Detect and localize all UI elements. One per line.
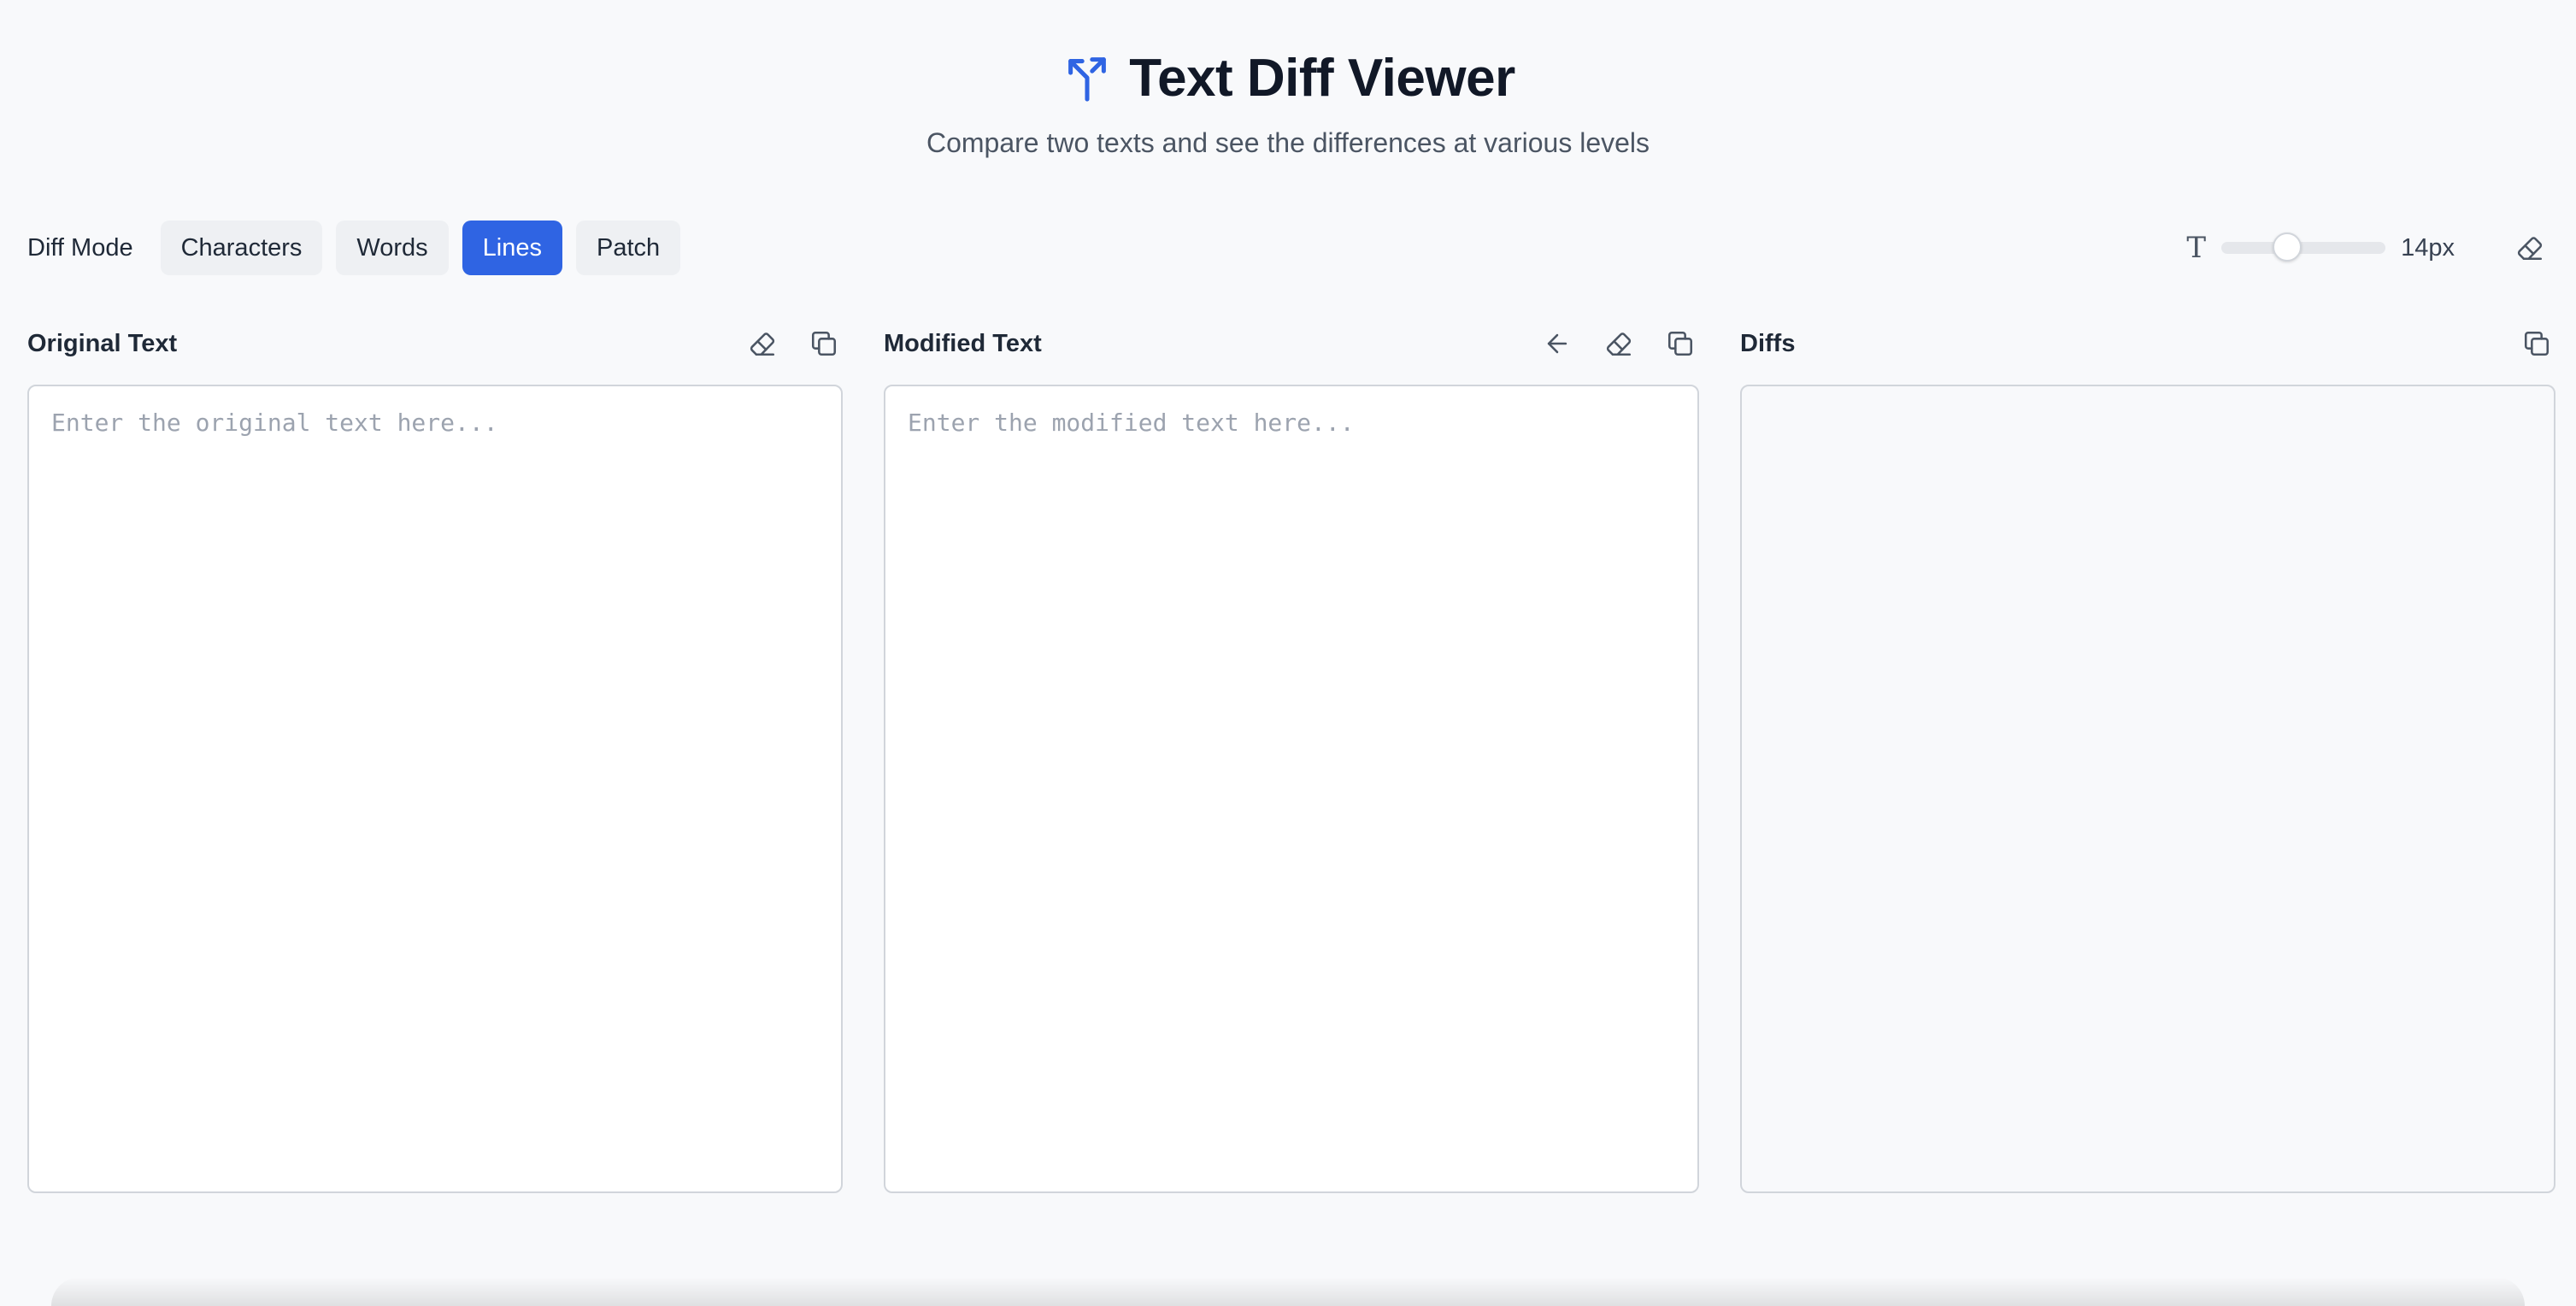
modified-text-container [884,385,1699,1193]
modified-text-input[interactable] [885,386,1697,1191]
copy-icon [1667,331,1693,356]
copy-icon [811,331,837,356]
copy-original-button[interactable] [805,325,843,362]
mode-button-lines[interactable]: Lines [462,221,562,275]
bottom-shadow [51,1277,2525,1306]
modified-text-title: Modified Text [884,329,1042,357]
font-size-slider[interactable] [2221,232,2386,262]
modified-panel-header: Modified Text [884,323,1699,364]
eraser-icon [1606,332,1632,356]
original-panel-actions [744,325,843,362]
mode-button-characters[interactable]: Characters [160,221,323,275]
clear-all-button[interactable] [2511,229,2549,267]
diffs-panel-actions [2518,325,2555,362]
diffs-title: Diffs [1740,329,1796,357]
diffs-panel-header: Diffs [1740,323,2555,364]
copy-diffs-button[interactable] [2518,325,2555,362]
swap-to-original-button[interactable] [1538,325,1576,362]
clear-original-button[interactable] [744,325,781,362]
copy-icon [2524,331,2550,356]
clear-modified-button[interactable] [1600,325,1638,362]
original-text-title: Original Text [27,329,178,357]
toolbar: Diff Mode Characters Words Lines Patch T… [27,221,2549,275]
page-subtitle: Compare two texts and see the difference… [926,127,1650,158]
arrow-left-icon [1547,333,1567,354]
mode-button-patch[interactable]: Patch [576,221,681,275]
eraser-icon [750,332,775,356]
original-panel-header: Original Text [27,323,843,364]
font-size-controls: T 14px [2186,229,2549,267]
font-size-icon: T [2186,231,2207,265]
page-title: Text Diff Viewer [1129,49,1515,108]
eraser-icon [2517,237,2543,261]
copy-modified-button[interactable] [1661,325,1699,362]
title-row: Text Diff Viewer [0,48,2576,109]
diff-mode-label: Diff Mode [27,233,133,262]
font-size-value: 14px [2401,233,2455,262]
mode-button-words[interactable]: Words [336,221,449,275]
original-text-container [27,385,843,1193]
original-text-input[interactable] [29,386,841,1191]
font-size-slider-thumb[interactable] [2273,232,2303,262]
branch-merge-icon [1061,50,1114,107]
app-header: Text Diff Viewer Compare two texts and s… [0,48,2576,159]
diffs-output [1740,385,2555,1193]
modified-panel-actions [1538,325,1699,362]
